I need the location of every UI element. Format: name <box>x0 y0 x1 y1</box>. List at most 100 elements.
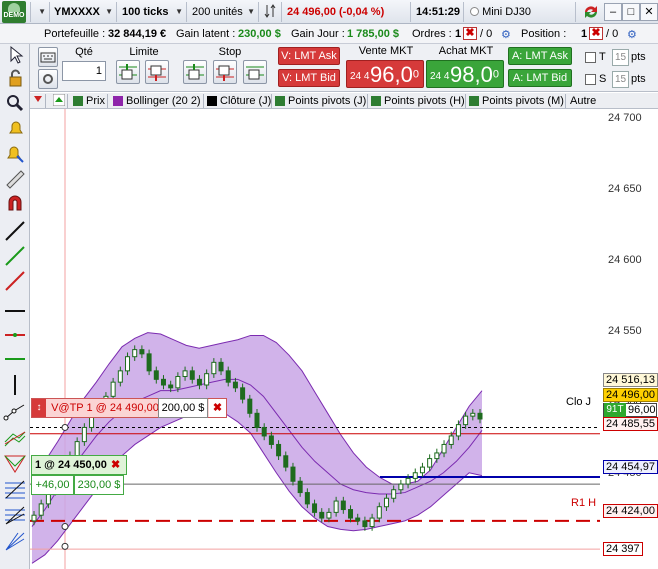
sort-icon[interactable] <box>260 2 282 22</box>
channel-tool-icon[interactable] <box>3 426 27 448</box>
candle-body <box>340 500 346 511</box>
magnifier-icon[interactable] <box>3 92 27 114</box>
candle-body <box>139 349 145 355</box>
line-tool-black-icon[interactable] <box>3 220 27 242</box>
polyline-icon[interactable] <box>3 400 27 422</box>
last-price-label: 24 496,00 <box>603 388 658 402</box>
sell-lmt-bid-button[interactable]: V: LMT Bid <box>278 69 340 87</box>
stop-limit-icon[interactable] <box>243 60 267 84</box>
limit-buy-icon[interactable] <box>116 60 140 84</box>
alert-bell-icon[interactable] <box>3 117 27 139</box>
buy-lmt-bid-button[interactable]: A: LMT Bid <box>508 69 572 87</box>
legend-swatch-bollinger <box>113 96 123 106</box>
candle-body <box>74 441 80 457</box>
price-chart[interactable] <box>30 109 600 569</box>
orders-settings-icon[interactable]: ⚙ <box>501 28 511 41</box>
gann-tool-icon[interactable] <box>3 530 27 552</box>
r1h-price-label: 24 424,00 <box>603 504 658 518</box>
axis-tick: 24 700 <box>608 112 642 124</box>
chevron-down-icon: ▼ <box>247 7 255 16</box>
position-settings-icon[interactable]: ⚙ <box>627 28 637 41</box>
lock-icon[interactable] <box>3 68 27 90</box>
candle-body <box>412 472 418 479</box>
symbol-selector[interactable]: YMXXXX ▼ <box>50 2 117 22</box>
close-position-icon[interactable]: ✖ <box>111 456 125 474</box>
sell-market-button[interactable]: 24 4 96,00 <box>346 60 424 88</box>
magnet-icon[interactable] <box>3 192 27 214</box>
limit-sell-icon[interactable] <box>145 60 169 84</box>
latent-gain-label: Gain latent : <box>176 28 236 40</box>
fibonacci-icon[interactable] <box>3 478 27 500</box>
stop-sell-icon[interactable] <box>213 60 237 84</box>
close-button[interactable]: ✕ <box>640 3 658 21</box>
cancel-tp-order-icon[interactable]: ✖ <box>209 399 226 417</box>
stoploss-checkbox[interactable] <box>585 74 596 85</box>
candle-body <box>369 517 375 528</box>
line-tool-green-icon[interactable] <box>3 245 27 267</box>
period-selector[interactable]: 100 ticks ▼ <box>118 2 187 22</box>
candle-body <box>441 443 447 454</box>
line-tool-red-icon[interactable] <box>3 270 27 292</box>
takeprofit-pts-input[interactable]: 15 <box>612 49 629 66</box>
bell-settings-icon[interactable] <box>3 142 27 164</box>
clo-j-line-label: Clo J <box>566 396 592 408</box>
stoploss-pts-input[interactable]: 15 <box>612 71 629 88</box>
position-line[interactable]: 1 @ 24 450,00 ✖ <box>31 455 127 475</box>
triangle-tool-icon[interactable] <box>3 452 27 474</box>
candle-body <box>333 500 339 513</box>
takeprofit-checkbox[interactable] <box>585 52 596 63</box>
legend-item-pivots-h[interactable]: Points pivots (H) <box>368 94 466 108</box>
legend-item-cloture[interactable]: Clôture (J) <box>204 94 272 108</box>
position-pts: +46,00 <box>31 475 74 495</box>
quantity-units-selector[interactable]: 200 unités ▼ <box>188 2 259 22</box>
candle-body <box>189 370 195 380</box>
cancel-orders-icon[interactable]: ✖ <box>463 27 477 40</box>
maximize-button[interactable]: □ <box>622 3 640 21</box>
horizontal-line-red-icon[interactable] <box>3 324 27 346</box>
candle-body <box>348 509 354 519</box>
pts-label-2: pts <box>631 73 646 85</box>
close-positions-icon[interactable]: ✖ <box>589 27 603 40</box>
vertical-line-icon[interactable] <box>3 374 27 396</box>
cursor-icon[interactable] <box>3 44 27 66</box>
legend-expand-button[interactable] <box>50 93 68 108</box>
sell-price-main: 96,0 <box>370 62 413 87</box>
ruler-icon[interactable] <box>3 167 27 189</box>
legend-collapse-button[interactable] <box>30 94 46 108</box>
sell-lmt-ask-button[interactable]: V: LMT Ask <box>278 47 340 65</box>
stop-buy-icon[interactable] <box>183 60 207 84</box>
horizontal-line-green-icon[interactable] <box>3 348 27 370</box>
candle-body <box>204 373 210 386</box>
axis-tick: 24 600 <box>608 254 642 266</box>
legend-item-pivots-j[interactable]: Points pivots (J) <box>272 94 368 108</box>
legend-item-bollinger[interactable]: Bollinger (20 2) <box>110 94 204 108</box>
position-label: Position : <box>521 28 567 40</box>
legend-item-prix[interactable]: Prix <box>70 94 108 108</box>
minimize-button[interactable]: – <box>604 3 622 21</box>
refresh-icon[interactable] <box>580 2 602 22</box>
toolbar-menu-dropdown[interactable]: ▼ <box>30 2 50 22</box>
candle-body <box>232 381 238 389</box>
buy-market-button[interactable]: 24 4 98,00 <box>426 60 504 88</box>
keyboard-icon[interactable] <box>38 47 58 67</box>
day-gain-value: 1 785,00 $ <box>347 28 399 40</box>
buy-lmt-ask-button[interactable]: A: LMT Ask <box>508 47 572 65</box>
legend-item-pivots-m[interactable]: Points pivots (M) <box>466 94 566 108</box>
drag-handle-icon[interactable]: ↕ <box>32 399 46 417</box>
candle-body <box>290 466 296 482</box>
fibonacci-fan-icon[interactable] <box>3 504 27 526</box>
sell-price-sup: 0 <box>412 68 419 81</box>
candle-body <box>117 370 123 383</box>
buy-price-main: 98,0 <box>450 62 493 87</box>
settings-icon[interactable] <box>38 69 58 89</box>
candle-body <box>196 378 202 386</box>
stop-label: Stop <box>218 46 242 58</box>
qty-input[interactable]: 1 <box>62 61 106 81</box>
horizontal-line-icon[interactable] <box>3 300 27 322</box>
legend-item-autre[interactable]: Autre <box>566 94 606 108</box>
candle-body <box>38 503 44 516</box>
position-amount: 230,00 $ <box>74 475 124 495</box>
chevron-down-icon: ▼ <box>105 7 113 16</box>
candle-body <box>168 384 174 389</box>
pivot-price-label: 24 485,55 <box>603 417 658 431</box>
